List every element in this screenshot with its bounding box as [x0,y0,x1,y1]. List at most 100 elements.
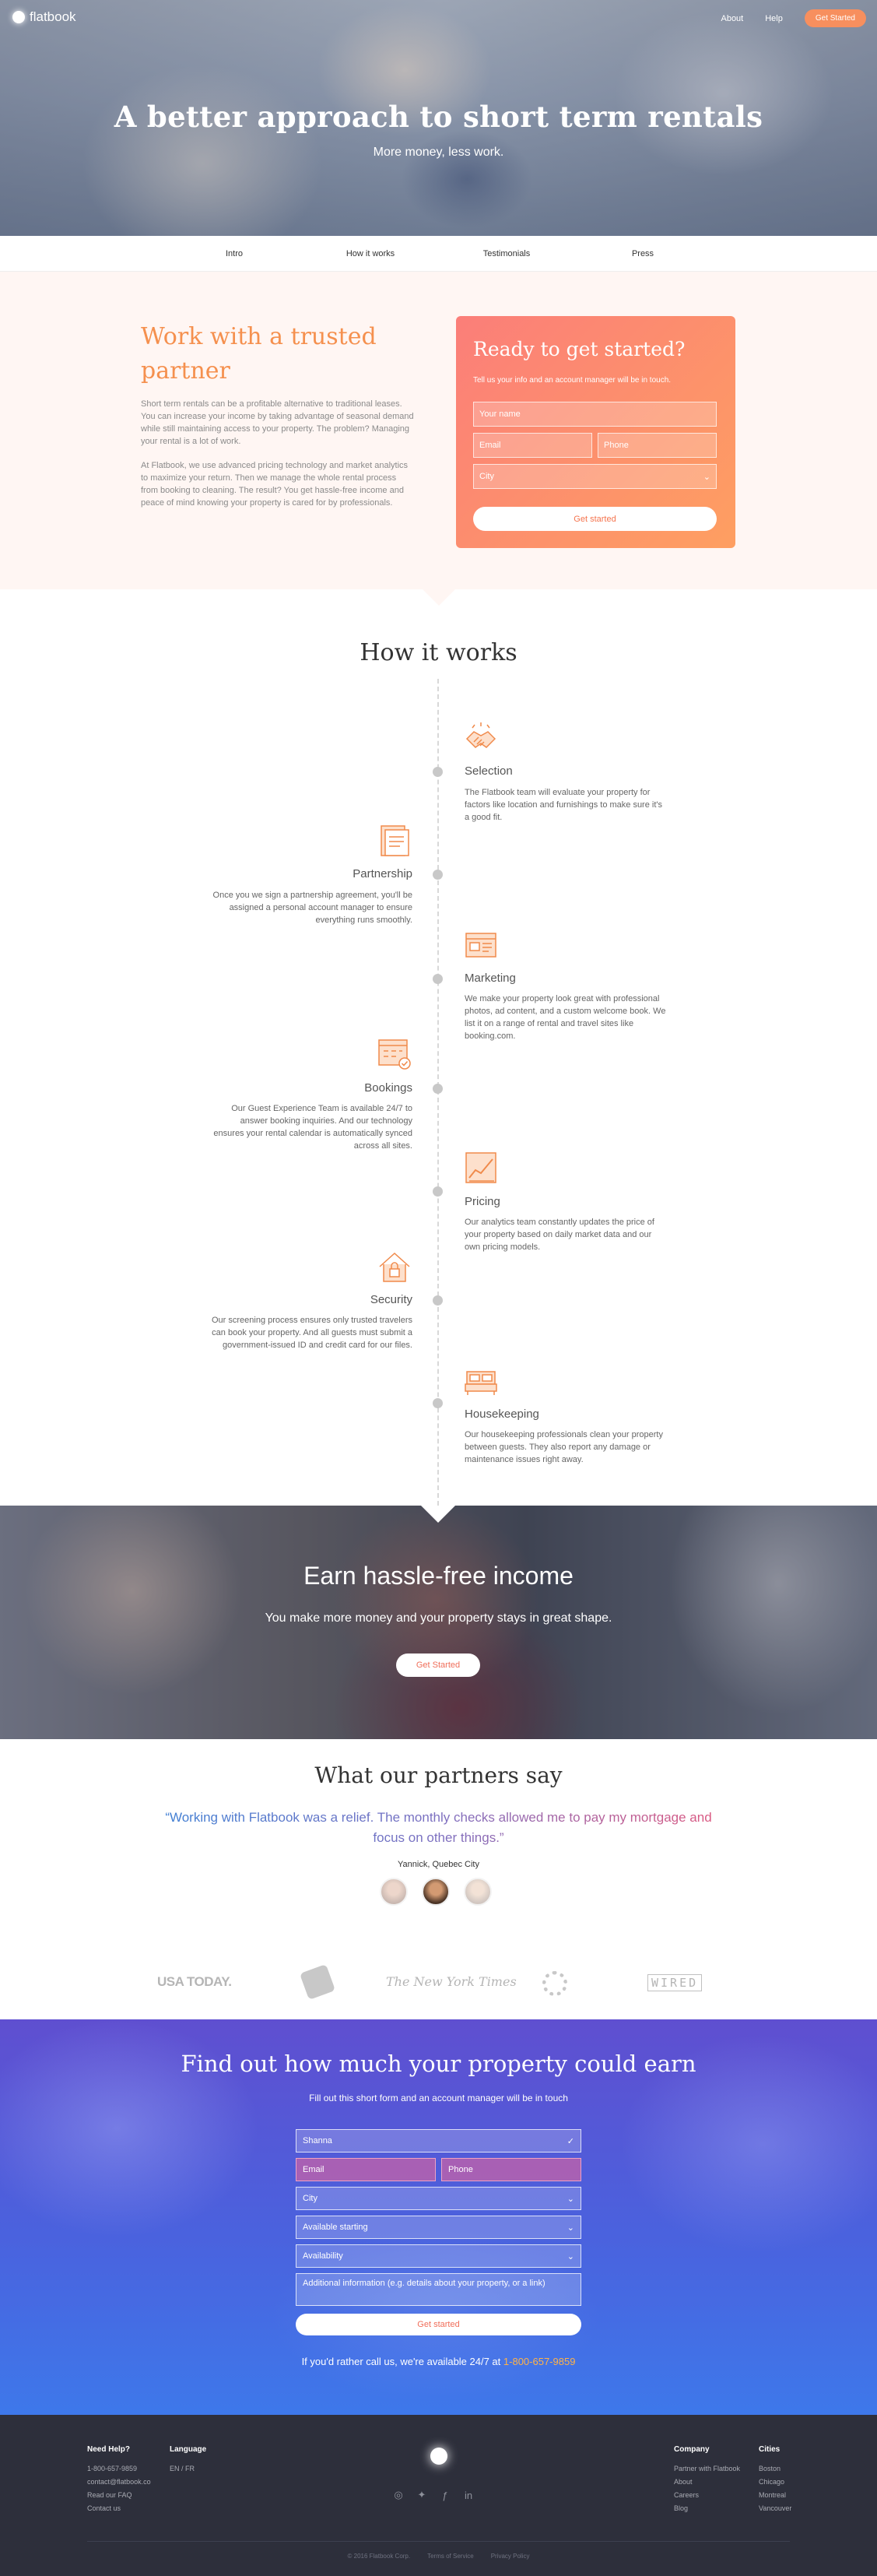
section-nav-how-it-works[interactable]: How it works [303,236,439,271]
timeline-node [433,1295,443,1306]
step-title-marketing: Marketing [465,972,516,985]
cbc-logo-icon [542,1971,567,1996]
step-text-selection: The Flatbook team will evaluate your pro… [465,788,662,822]
footer-help-column: Need Help? 1-800-657-9859 contact@flatbo… [87,2443,151,2515]
section-nav-press[interactable]: Press [575,236,711,271]
footer-contact-link[interactable]: Contact us [87,2502,151,2515]
footer-legal: © 2016 Flatbook Corp. Terms of Service P… [0,2553,877,2560]
header-get-started-button[interactable]: Get Started [804,9,866,27]
estimate-email-input[interactable]: Email [296,2158,436,2181]
section-nav-testimonials[interactable]: Testimonials [439,236,575,271]
chevron-down-icon: ⌄ [567,2251,574,2261]
avatar[interactable] [380,1878,408,1906]
step-text-housekeeping: Our housekeeping professionals clean you… [465,1430,663,1464]
handshake-icon [465,722,496,748]
nav-about-link[interactable]: About [721,14,743,23]
terms-link[interactable]: Terms of Service [427,2553,474,2560]
logo-icon [12,11,25,23]
call-us-text: If you'd rather call us, we're available… [301,2356,576,2367]
usa-today-logo: USA TODAY. [157,1974,232,1989]
hero-section: flatbook About Help Get Started A better… [0,0,877,236]
nav-help-link[interactable]: Help [765,14,783,23]
section-notch [421,1506,455,1523]
step-title-security: Security [370,1293,412,1306]
footer-company-column: Company Partner with Flatbook About Care… [674,2443,740,2515]
timeline-node [433,974,443,984]
step-text-marketing: We make your property look great with pr… [465,994,666,1041]
earn-get-started-button[interactable]: Get Started [396,1653,480,1677]
estimate-phone-input[interactable]: Phone [441,2158,581,2181]
estimate-title: Find out how much your property could ea… [181,2051,696,2077]
how-title: How it works [360,639,517,666]
hero-subtitle: More money, less work. [373,146,504,159]
section-notch [423,589,455,606]
footer-about-link[interactable]: About [674,2476,740,2489]
footer-email-link[interactable]: contact@flatbook.co [87,2476,151,2489]
footer-blog-link[interactable]: Blog [674,2502,740,2515]
chevron-down-icon: ⌄ [703,472,710,482]
twitter-icon[interactable]: ✦ [416,2489,427,2500]
ready-form-hint: Tell us your info and an account manager… [473,376,672,385]
availability-select[interactable]: Availability ⌄ [296,2244,581,2268]
step-title-selection: Selection [465,764,513,778]
estimate-city-select[interactable]: City ⌄ [296,2187,581,2210]
timeline-node [433,1084,443,1094]
bed-icon [465,1371,497,1395]
section-nav: Intro How it works Testimonials Press [0,236,877,272]
section-nav-intro[interactable]: Intro [167,236,303,271]
footer-divider [87,2541,790,2542]
timeline-node [433,1398,443,1408]
step-title-housekeeping: Housekeeping [465,1407,539,1421]
language-switch[interactable]: EN / FR [170,2462,206,2476]
name-input[interactable]: Your name [473,402,717,427]
brand-logo[interactable]: flatbook [12,9,76,25]
footer-careers-link[interactable]: Careers [674,2489,740,2502]
city-boston-link[interactable]: Boston [759,2462,791,2476]
intro-section: Work with a trusted partner Short term r… [0,272,877,589]
estimate-name-input[interactable]: Shanna ✓ [296,2129,581,2153]
intro-paragraph-1: Short term rentals can be a profitable a… [141,399,414,446]
city-montreal-link[interactable]: Montreal [759,2489,791,2502]
step-title-pricing: Pricing [465,1195,500,1208]
top-nav: About Help Get Started [721,9,866,27]
step-text-pricing: Our analytics team constantly updates th… [465,1218,654,1252]
avatar[interactable] [464,1878,492,1906]
email-input[interactable]: Email [473,433,592,458]
testimonial-quote: “Working with Flatbook was a relief. The… [148,1808,729,1848]
instagram-icon[interactable]: ◎ [393,2489,404,2500]
step-title-partnership: Partnership [353,867,412,880]
step-text-bookings: Our Guest Experience Team is available 2… [213,1104,412,1151]
intro-paragraph-2: At Flatbook, we use advanced pricing tec… [141,461,409,508]
city-chicago-link[interactable]: Chicago [759,2476,791,2489]
testimonials-title: What our partners say [314,1762,563,1788]
check-icon: ✓ [567,2136,574,2146]
available-starting-select[interactable]: Available starting ⌄ [296,2216,581,2239]
press-badge-icon [299,1963,336,2001]
city-vancouver-link[interactable]: Vancouver [759,2502,791,2515]
press-logos: USA TODAY. The New York Times WIRED [0,1962,877,2005]
testimonial-avatars [380,1878,492,1906]
calendar-check-icon [378,1039,411,1070]
footer-partner-link[interactable]: Partner with Flatbook [674,2462,740,2476]
listing-icon [465,933,496,958]
footer-phone-link[interactable]: 1-800-657-9859 [87,2462,151,2476]
privacy-link[interactable]: Privacy Policy [491,2553,530,2560]
footer-logo-icon[interactable] [430,2448,447,2465]
ready-form-submit-button[interactable]: Get started [473,507,717,531]
testimonial-author: Yannick, Quebec City [398,1860,479,1869]
phone-input[interactable]: Phone [598,433,717,458]
footer-faq-link[interactable]: Read our FAQ [87,2489,151,2502]
footer-language-column: Language EN / FR [170,2443,206,2476]
estimate-subtitle: Fill out this short form and an account … [309,2093,568,2103]
step-text-partnership: Once you we sign a partnership agreement… [212,891,412,925]
city-select[interactable]: City ⌄ [473,464,717,489]
linkedin-icon[interactable]: in [463,2490,474,2501]
ready-form-title: Ready to get started? [473,338,686,360]
avatar[interactable] [422,1878,450,1906]
estimate-submit-button[interactable]: Get started [296,2314,581,2335]
additional-info-textarea[interactable]: Additional information (e.g. details abo… [296,2273,581,2306]
hero-title: A better approach to short term rentals [114,100,763,134]
phone-link[interactable]: 1-800-657-9859 [503,2356,576,2367]
contract-icon [381,825,409,856]
facebook-icon[interactable]: ƒ [440,2490,451,2501]
